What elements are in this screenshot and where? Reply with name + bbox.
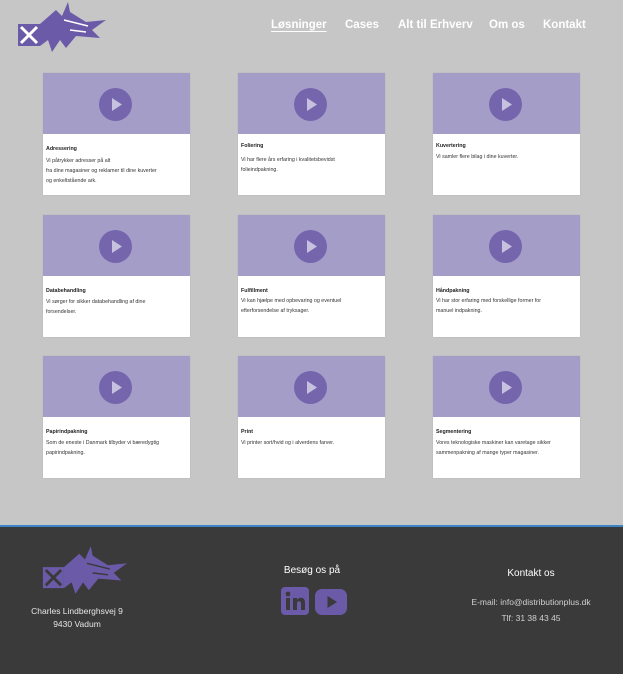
main-nav: Løsninger Cases Alt til Erhverv Om os Ko…: [0, 19, 623, 35]
card-description: Vi har flere års erfaring i kvalitetsbev…: [241, 157, 335, 173]
play-icon[interactable]: [294, 88, 327, 121]
card-description: Vi har stor erfaring med forskellige for…: [436, 298, 541, 314]
play-icon[interactable]: [489, 371, 522, 404]
solution-card[interactable]: Kuvertering Vi samler flere bilag i dine…: [433, 73, 580, 195]
card-description: Som de eneste i Danmark tilbyder vi bære…: [46, 440, 160, 456]
card-description: Vi sørger for sikker databehandling af d…: [46, 299, 146, 315]
footer-phone: Tlf: 31 38 43 45: [501, 613, 561, 623]
address-street: Charles Lindberghsvej 9: [31, 606, 123, 616]
footer-email: E-mail: info@distributionplus.dk: [440, 597, 622, 607]
play-icon[interactable]: [489, 88, 522, 121]
video-thumbnail[interactable]: [238, 73, 385, 134]
card-title: Håndpakning: [436, 288, 470, 294]
play-icon[interactable]: [294, 371, 327, 404]
video-thumbnail[interactable]: [43, 215, 190, 276]
play-icon[interactable]: [99, 371, 132, 404]
solution-card[interactable]: Segmentering Vores teknologiske maskiner…: [433, 356, 580, 478]
email-link[interactable]: info@distributionplus.dk: [500, 597, 590, 607]
card-title: Papirindpakning: [46, 429, 88, 435]
nav-item-losninger[interactable]: Løsninger: [271, 19, 327, 31]
site-header: Løsninger Cases Alt til Erhverv Om os Ko…: [0, 0, 623, 60]
solution-card[interactable]: Databehandling Vi sørger for sikker data…: [43, 215, 190, 337]
video-thumbnail[interactable]: [43, 73, 190, 134]
contact-heading: Kontakt os: [507, 568, 555, 579]
card-title: Fulfillment: [241, 288, 268, 294]
card-description: Vi samler flere bilag i dine kuverter.: [436, 154, 519, 160]
card-title: Print: [241, 429, 254, 435]
card-title: Kuvertering: [436, 143, 466, 149]
youtube-icon[interactable]: [315, 589, 347, 615]
card-description: Vores teknologiske maskiner kan varetage…: [436, 440, 551, 456]
video-thumbnail[interactable]: [238, 215, 385, 276]
play-icon[interactable]: [294, 230, 327, 263]
card-description: Vi kan hjælpe med opbevaring og eventuel…: [241, 298, 342, 314]
video-thumbnail[interactable]: [43, 356, 190, 417]
card-description: Vi påtrykker adresser på alt fra dine ma…: [46, 158, 157, 184]
video-thumbnail[interactable]: [433, 73, 580, 134]
card-title: Segmentering: [436, 429, 472, 435]
solution-card[interactable]: Papirindpakning Som de eneste i Danmark …: [43, 356, 190, 478]
site-footer: Charles Lindberghsvej 9 9430 Vadum Besøg…: [0, 525, 623, 674]
address-city: 9430 Vadum: [53, 619, 101, 629]
nav-item-kontakt[interactable]: Kontakt: [543, 19, 586, 31]
visit-heading: Besøg os på: [283, 565, 341, 576]
nav-item-om-os[interactable]: Om os: [489, 19, 525, 31]
play-icon[interactable]: [99, 88, 132, 121]
linkedin-icon[interactable]: [281, 587, 309, 615]
solution-card[interactable]: Print Vi printer sort/hvid og i alverden…: [238, 356, 385, 478]
card-title: Foliering: [241, 143, 264, 149]
video-thumbnail[interactable]: [433, 356, 580, 417]
play-icon[interactable]: [99, 230, 132, 263]
solution-card[interactable]: Fulfillment Vi kan hjælpe med opbevaring…: [238, 215, 385, 337]
nav-item-alt-til-erhverv[interactable]: Alt til Erhverv: [398, 19, 473, 31]
solution-card[interactable]: Håndpakning Vi har stor erfaring med for…: [433, 215, 580, 337]
card-title: Adressering: [46, 146, 77, 152]
nav-item-cases[interactable]: Cases: [345, 19, 379, 31]
solution-card[interactable]: Foliering Vi har flere års erfaring i kv…: [238, 73, 385, 195]
play-icon[interactable]: [489, 230, 522, 263]
footer-logo-icon[interactable]: [41, 543, 129, 597]
solution-card[interactable]: Adressering Vi påtrykker adresser på alt…: [43, 73, 190, 195]
card-description: Vi printer sort/hvid og i alverdens farv…: [241, 440, 335, 446]
video-thumbnail[interactable]: [433, 215, 580, 276]
footer-address: Charles Lindberghsvej 9 9430 Vadum: [18, 605, 136, 631]
video-thumbnail[interactable]: [238, 356, 385, 417]
email-label: E-mail:: [471, 597, 501, 607]
card-title: Databehandling: [46, 288, 86, 294]
